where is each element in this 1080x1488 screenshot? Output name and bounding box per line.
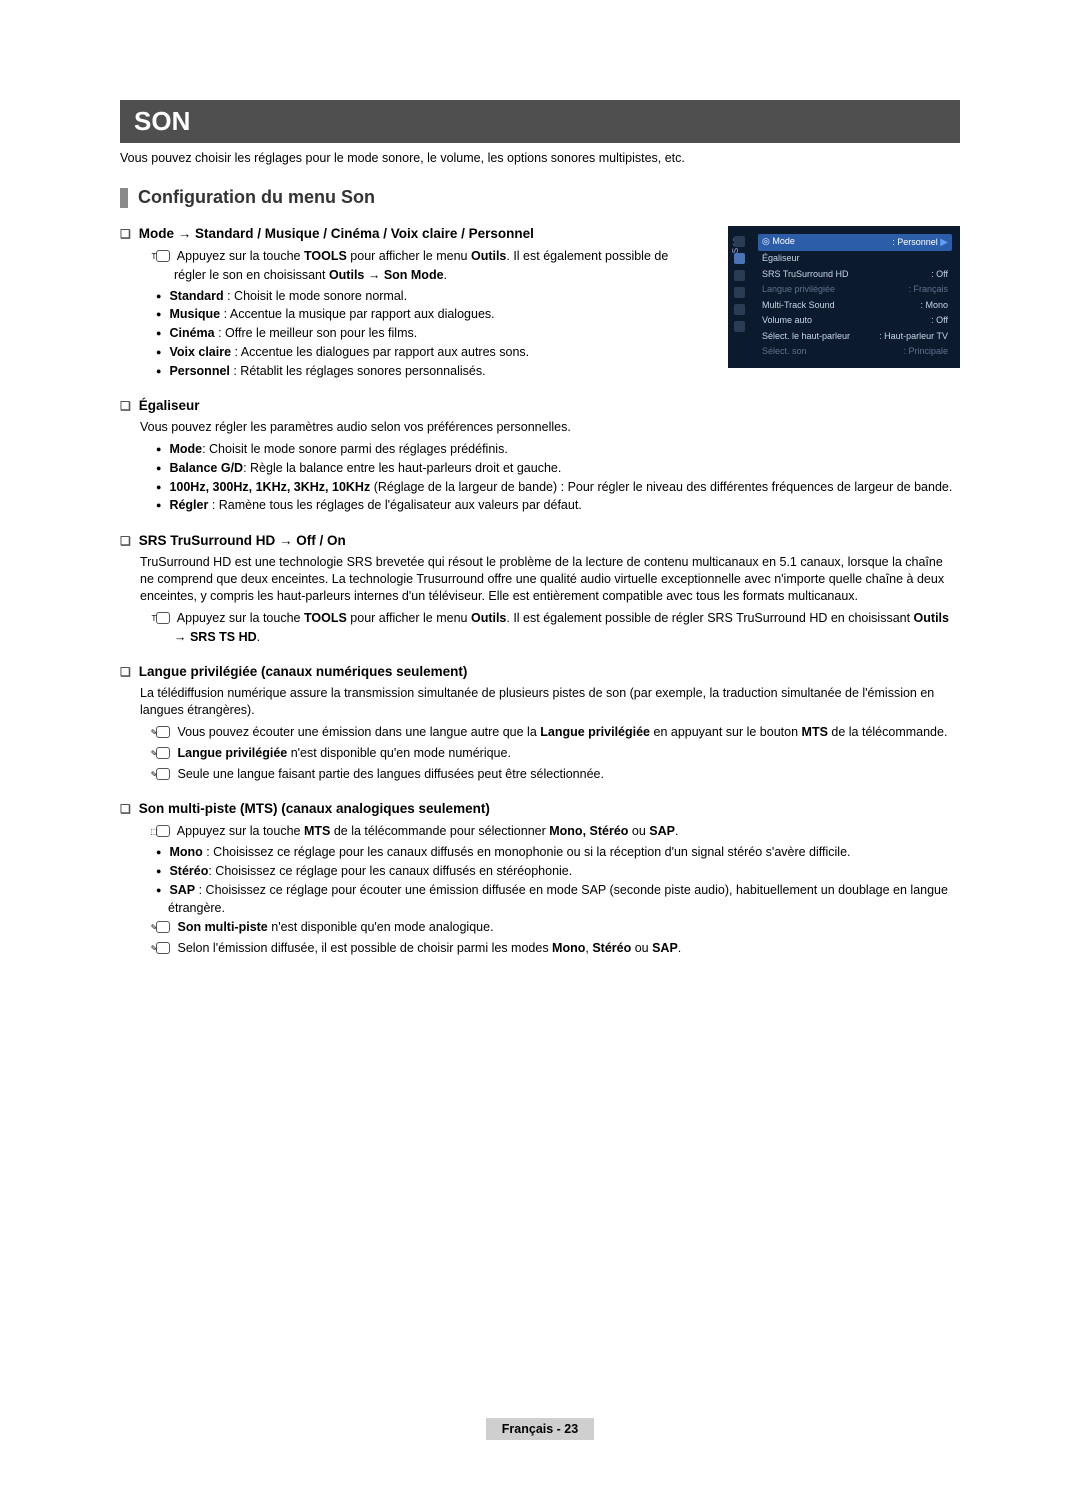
- osd-icon: [734, 253, 745, 264]
- osd-row: Égaliseur: [758, 251, 952, 267]
- osd-icon: [734, 304, 745, 315]
- remote-icon: ⬚: [156, 825, 170, 837]
- tools-tip: T Appuyez sur la touche TOOLS pour affic…: [156, 247, 680, 285]
- osd-screenshot: Son ◎ Mode : Personnel ▶ Égaliseur SRS T…: [728, 226, 960, 368]
- section-heading-row: Configuration du menu Son: [120, 187, 960, 208]
- note-line: ✎ Langue privilégiée n'est disponible qu…: [156, 744, 960, 763]
- osd-icon: [734, 270, 745, 281]
- list-item: Mono : Choisissez ce réglage pour les ca…: [156, 843, 960, 862]
- list-item: Stéréo: Choisissez ce réglage pour les c…: [156, 862, 960, 881]
- list-item: Standard : Choisit le mode sonore normal…: [156, 287, 680, 306]
- osd-icon: [734, 287, 745, 298]
- list-item: 100Hz, 300Hz, 1KHz, 3KHz, 10KHz (Réglage…: [156, 478, 960, 497]
- sub-heading-mts: Son multi-piste (MTS) (canaux analogique…: [120, 801, 960, 816]
- tools-icon: T: [156, 250, 170, 262]
- list-item: Balance G/D: Règle la balance entre les …: [156, 459, 960, 478]
- page-number: Français - 23: [486, 1418, 594, 1440]
- page-title: SON: [120, 100, 960, 143]
- list-item: Mode: Choisit le mode sonore parmi des r…: [156, 440, 960, 459]
- note-icon: ✎: [156, 942, 170, 954]
- note-icon: ✎: [156, 726, 170, 738]
- mts-list: Mono : Choisissez ce réglage pour les ca…: [156, 843, 960, 918]
- mode-list: Standard : Choisit le mode sonore normal…: [156, 287, 680, 381]
- sub-heading-egaliseur: Égaliseur: [120, 398, 960, 413]
- srs-desc: TruSurround HD est une technologie SRS b…: [140, 554, 960, 605]
- osd-row: Sélect. le haut-parleur: Haut-parleur TV: [758, 329, 952, 345]
- section-accent-bar: [120, 188, 128, 208]
- list-item: SAP : Choisissez ce réglage pour écouter…: [156, 881, 960, 919]
- page-footer: Français - 23: [0, 1418, 1080, 1440]
- note-icon: ✎: [156, 921, 170, 933]
- chevron-right-icon: ▶: [940, 237, 948, 248]
- sub-heading-langue: Langue privilégiée (canaux numériques se…: [120, 664, 960, 679]
- list-item: Cinéma : Offre le meilleur son pour les …: [156, 324, 680, 343]
- note-icon: ✎: [156, 747, 170, 759]
- note-line: ✎ Selon l'émission diffusée, il est poss…: [156, 939, 960, 958]
- tools-tip: T Appuyez sur la touche TOOLS pour affic…: [156, 609, 960, 647]
- note-icon: ✎: [156, 768, 170, 780]
- remote-tip: ⬚ Appuyez sur la touche MTS de la téléco…: [156, 822, 960, 841]
- note-line: ✎ Vous pouvez écouter une émission dans …: [156, 723, 960, 742]
- osd-row: Langue privilégiée: Français: [758, 282, 952, 298]
- langue-desc: La télédiffusion numérique assure la tra…: [140, 685, 960, 719]
- intro-text: Vous pouvez choisir les réglages pour le…: [120, 151, 960, 165]
- sub-heading-mode: Mode → Standard / Musique / Cinéma / Voi…: [120, 226, 680, 241]
- osd-icon: [734, 236, 745, 247]
- list-item: Voix claire : Accentue les dialogues par…: [156, 343, 680, 362]
- tools-icon: T: [156, 612, 170, 624]
- osd-row: Volume auto: Off: [758, 313, 952, 329]
- note-line: ✎ Son multi-piste n'est disponible qu'en…: [156, 918, 960, 937]
- osd-row-mode: ◎ Mode : Personnel ▶: [758, 234, 952, 251]
- section-heading: Configuration du menu Son: [138, 187, 375, 208]
- list-item: Personnel : Rétablit les réglages sonore…: [156, 362, 680, 381]
- note-line: ✎ Seule une langue faisant partie des la…: [156, 765, 960, 784]
- sub-heading-srs: SRS TruSurround HD → Off / On: [120, 533, 960, 548]
- osd-icon: [734, 321, 745, 332]
- egaliseur-list: Mode: Choisit le mode sonore parmi des r…: [156, 440, 960, 515]
- list-item: Musique : Accentue la musique par rappor…: [156, 305, 680, 324]
- osd-icon-sidebar: [732, 236, 746, 332]
- osd-row: SRS TruSurround HD: Off: [758, 267, 952, 283]
- osd-bullet-icon: ◎: [762, 236, 772, 246]
- list-item: Régler : Ramène tous les réglages de l'é…: [156, 496, 960, 515]
- egaliseur-desc: Vous pouvez régler les paramètres audio …: [140, 419, 960, 436]
- osd-row: Sélect. son: Principale: [758, 344, 952, 360]
- osd-row: Multi-Track Sound: Mono: [758, 298, 952, 314]
